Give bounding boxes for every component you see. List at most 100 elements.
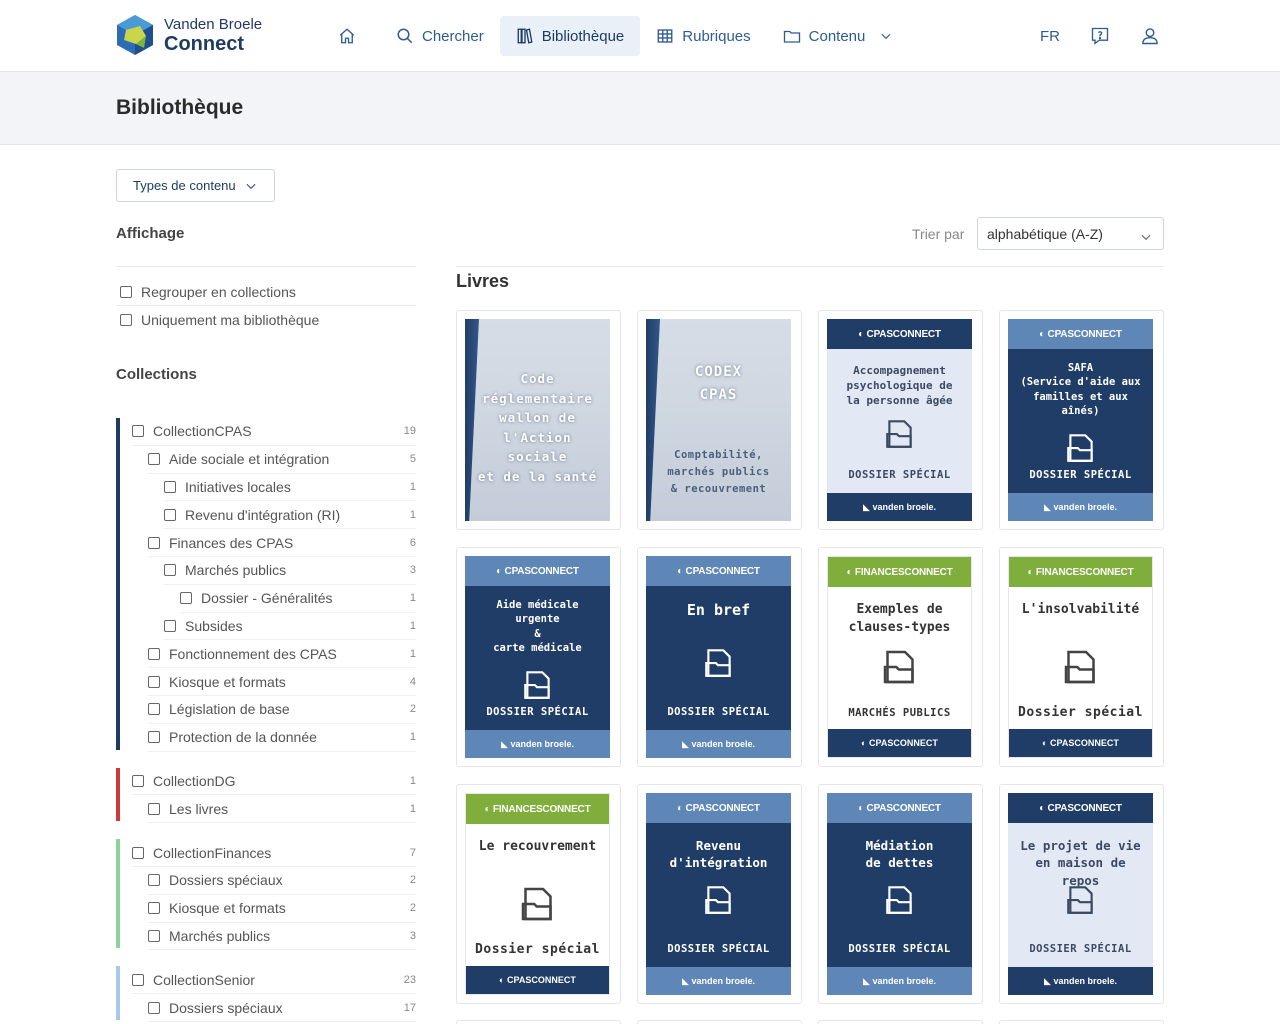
nav-rubrics[interactable]: Rubriques xyxy=(640,16,766,56)
book-card[interactable] xyxy=(999,1020,1164,1024)
checkbox[interactable] xyxy=(148,929,160,942)
chevron-down-icon xyxy=(1141,234,1151,241)
content-types-dropdown[interactable]: Types de contenu xyxy=(116,169,275,202)
collection-item[interactable]: Dossiers spéciaux 2 xyxy=(148,867,416,895)
cover-brand-band: ◐ CPASCONNECT xyxy=(1008,319,1153,349)
collection-item[interactable]: Kiosque et formats 2 xyxy=(148,895,416,923)
book-card[interactable]: Code réglementaire wallon de l'Action so… xyxy=(456,310,621,530)
collection-item[interactable]: Revenu d'intégration (RI) 1 xyxy=(164,501,416,530)
my-library-option[interactable]: Uniquement ma bibliothèque xyxy=(120,312,319,328)
book-card[interactable]: ◐ CPASCONNECT Accompagnement psychologiqu… xyxy=(818,310,983,530)
collection-label: Dossiers spéciaux xyxy=(169,999,283,1016)
book-card[interactable]: CODEX CPAS Comptabilité, marchés publics … xyxy=(637,310,802,530)
checkbox[interactable] xyxy=(164,564,176,577)
book-cover[interactable]: ◐ CPASCONNECT Aide médicale urgente & car… xyxy=(465,556,610,758)
book-cover[interactable]: ◐ CPASCONNECT Médiation de dettes DOSSIER … xyxy=(827,793,972,995)
checkbox[interactable] xyxy=(148,902,160,915)
checkbox[interactable] xyxy=(132,973,144,986)
nav-library[interactable]: Bibliothèque xyxy=(499,16,641,56)
book-cover[interactable]: ◐ CPASCONNECT En bref DOSSIER SPÉCIAL ◣ van… xyxy=(646,556,791,758)
collection-item[interactable]: Législation de base 2 xyxy=(148,696,416,724)
book-card[interactable] xyxy=(818,1020,983,1024)
user-icon[interactable] xyxy=(1140,26,1160,46)
collection-item[interactable]: Dossiers spéciaux 17 xyxy=(148,994,416,1022)
checkbox[interactable] xyxy=(148,703,160,716)
nav-content[interactable]: Contenu xyxy=(767,16,918,56)
book-cover[interactable]: ◐ CPASCONNECT Accompagnement psychologiqu… xyxy=(827,319,972,521)
content-types-label: Types de contenu xyxy=(133,178,236,193)
collection-item[interactable]: CollectionDG 1 xyxy=(132,768,416,796)
book-cover[interactable]: ◐ FINANCESCONNECT Le recouvrement Dossier … xyxy=(465,793,610,995)
book-footer-label: DOSSIER SPÉCIAL xyxy=(667,706,770,718)
collection-item[interactable]: CollectionSenior 23 xyxy=(132,966,416,995)
checkbox[interactable] xyxy=(164,619,176,632)
book-card[interactable]: ◐ CPASCONNECT SAFA (Service d'aide aux fa… xyxy=(999,310,1164,530)
book-card[interactable]: ◐ CPASCONNECT Revenu d'intégration DOSSIER… xyxy=(637,784,802,1004)
checkbox[interactable] xyxy=(148,874,160,887)
book-card[interactable] xyxy=(637,1020,802,1024)
book-cover[interactable]: ◐ FINANCESCONNECT L'insolvabilité Dossier … xyxy=(1008,556,1153,758)
checkbox[interactable] xyxy=(180,592,192,605)
checkbox[interactable] xyxy=(132,846,144,859)
book-card[interactable]: ◐ CPASCONNECT Le projet de vie en maison … xyxy=(999,784,1164,1004)
checkbox[interactable] xyxy=(120,286,132,298)
collection-item[interactable]: Marchés publics 3 xyxy=(164,557,416,585)
checkbox[interactable] xyxy=(148,802,160,815)
book-card[interactable]: ◐ FINANCESCONNECT L'insolvabilité Dossier … xyxy=(999,547,1164,767)
collection-item[interactable]: CollectionFinances 7 xyxy=(132,839,416,867)
book-title: Exemples de clauses-types xyxy=(848,602,951,635)
book-cover[interactable]: CODEX CPAS Comptabilité, marchés publics … xyxy=(646,319,791,521)
help-chat-icon[interactable] xyxy=(1090,26,1110,46)
checkbox[interactable] xyxy=(120,314,132,326)
collection-count: 23 xyxy=(403,973,416,986)
checkbox[interactable] xyxy=(148,1001,160,1014)
collection-item[interactable]: Kiosque et formats 4 xyxy=(148,668,416,696)
checkbox[interactable] xyxy=(164,508,176,521)
checkbox[interactable] xyxy=(132,425,144,438)
checkbox[interactable] xyxy=(148,453,160,466)
book-footer-label: DOSSIER SPÉCIAL xyxy=(667,943,770,955)
checkbox[interactable] xyxy=(148,536,160,549)
collection-item[interactable]: Initiatives locales 1 xyxy=(164,474,416,502)
collection-item[interactable]: Protection de la donnée 1 xyxy=(148,724,416,752)
book-card[interactable]: ◐ CPASCONNECT Médiation de dettes DOSSIER … xyxy=(818,784,983,1004)
book-cover[interactable]: Code réglementaire wallon de l'Action so… xyxy=(465,319,610,521)
checkbox[interactable] xyxy=(148,647,160,660)
checkbox[interactable] xyxy=(164,480,176,493)
book-cover[interactable]: ◐ CPASCONNECT Le projet de vie en maison … xyxy=(1008,793,1153,995)
collection-label: Aide sociale et intégration xyxy=(169,451,330,468)
language-switch[interactable]: FR xyxy=(1040,28,1060,45)
sort-select[interactable]: alphabétique (A-Z) xyxy=(977,217,1164,250)
book-card[interactable]: ◐ FINANCESCONNECT Le recouvrement Dossier … xyxy=(456,784,621,1004)
brand-logo[interactable]: Vanden Broele Connect xyxy=(116,14,262,56)
nav-home[interactable] xyxy=(322,16,380,56)
collection-item[interactable]: Finances des CPAS 6 xyxy=(148,529,416,557)
book-card[interactable]: ◐ CPASCONNECT Aide médicale urgente & car… xyxy=(456,547,621,767)
book-cover[interactable]: ◐ CPASCONNECT SAFA (Service d'aide aux fa… xyxy=(1008,319,1153,521)
book-cover[interactable]: ◐ FINANCESCONNECT Exemples de clauses-typ… xyxy=(827,556,972,758)
book-card[interactable]: ◐ CPASCONNECT En bref DOSSIER SPÉCIAL ◣ van… xyxy=(637,547,802,767)
collection-item[interactable]: Aide sociale et intégration 5 xyxy=(148,446,416,474)
cover-publisher-band: ◐ CPASCONNECT xyxy=(1009,729,1152,757)
nav-search[interactable]: Chercher xyxy=(380,16,500,56)
book-title: Code réglementaire wallon de l'Action so… xyxy=(477,371,598,484)
collection-count: 2 xyxy=(409,703,416,716)
book-card[interactable] xyxy=(456,1020,621,1024)
page-header: Bibliothèque xyxy=(0,72,1280,145)
document-folder-icon xyxy=(704,886,731,914)
page-title: Bibliothèque xyxy=(116,96,244,119)
collection-item[interactable]: Fonctionnement des CPAS 1 xyxy=(148,640,416,669)
checkbox[interactable] xyxy=(132,774,144,787)
collection-item[interactable]: Marchés publics 3 xyxy=(148,923,416,951)
checkbox[interactable] xyxy=(148,731,160,744)
book-cover[interactable]: ◐ CPASCONNECT Revenu d'intégration DOSSIER… xyxy=(646,793,791,995)
collection-item[interactable]: Dossier - Généralités 1 xyxy=(180,585,416,613)
collection-item[interactable]: Les livres 1 xyxy=(148,795,416,824)
group-collections-option[interactable]: Regrouper en collections xyxy=(120,284,296,300)
checkbox[interactable] xyxy=(148,675,160,688)
cover-icon-wrap xyxy=(883,417,917,456)
book-card[interactable]: ◐ FINANCESCONNECT Exemples de clauses-typ… xyxy=(818,547,983,767)
cover-brand: ◐ CPASCONNECT xyxy=(1039,328,1122,340)
collection-item[interactable]: CollectionCPAS 19 xyxy=(132,418,416,446)
collection-item[interactable]: Subsides 1 xyxy=(164,613,416,641)
